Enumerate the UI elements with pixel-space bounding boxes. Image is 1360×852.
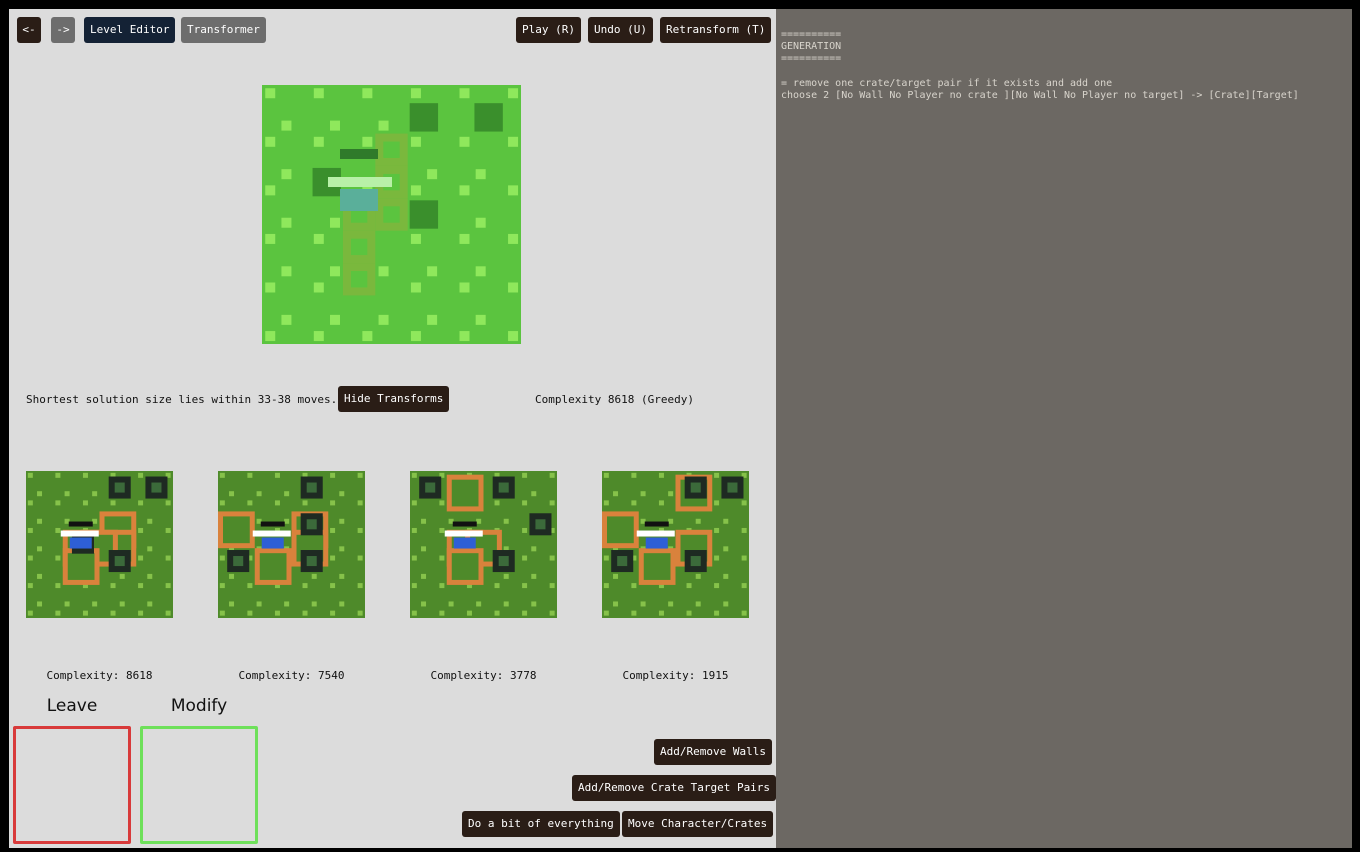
do-a-bit-of-everything-button[interactable]: Do a bit of everything [462,811,620,837]
complexity-text: Complexity 8618 (Greedy) [535,393,694,406]
leave-label: Leave [46,696,98,716]
target-tile [409,200,439,229]
editor-panel: <- -> Level Editor Transformer Play (R) … [9,9,777,848]
variant-thumbnail[interactable] [26,471,173,618]
player-sprite [452,521,477,527]
retransform-button[interactable]: Retransform (T) [660,17,772,43]
player-sprite [260,521,285,527]
log-separator: ========== [781,29,842,40]
level-preview[interactable] [262,85,521,344]
variant-complexity-label: Complexity: 8618 [46,669,153,682]
player-sprite [68,521,93,527]
play-button[interactable]: Play (R) [516,17,581,43]
console-panel: ========== GENERATION ========== = remove … [776,9,1352,848]
variant-complexity-label: Complexity: 7540 [238,669,345,682]
target-tile [409,103,439,132]
move-character-crates-button[interactable]: Move Character/Crates [622,811,774,837]
variant-complexity-label: Complexity: 3778 [430,669,537,682]
variant-complexity-label: Complexity: 1915 [622,669,729,682]
modify-drop-zone[interactable] [140,726,258,844]
transformer-tab[interactable]: Transformer [181,17,266,43]
variant-thumbnail[interactable] [218,471,365,618]
generation-log: ========== GENERATION ========== = remove … [781,29,1299,102]
next-level-button[interactable]: -> [51,17,75,43]
undo-button[interactable]: Undo (U) [588,17,653,43]
player-sprite [644,521,669,527]
variant-thumbnail[interactable] [410,471,557,618]
log-rule-comment: = remove one crate/target pair if it exi… [781,77,1113,89]
variant-thumbnail[interactable] [602,471,749,618]
player-sprite [340,149,378,159]
modify-label: Modify [170,696,228,716]
add-remove-crate-target-pairs-button[interactable]: Add/Remove Crate Target Pairs [572,775,777,801]
solution-size-text: Shortest solution size lies within 33-38… [26,393,338,406]
add-remove-walls-button[interactable]: Add/Remove Walls [654,739,772,765]
leave-drop-zone[interactable] [13,726,131,844]
log-rule-line: choose 2 [No Wall No Player no crate ][N… [781,90,1299,102]
hide-transforms-button[interactable]: Hide Transforms [338,386,450,412]
prev-level-button[interactable]: <- [17,17,41,43]
log-separator: ========== [781,53,842,65]
log-heading: GENERATION [781,41,842,53]
target-tile [474,103,503,132]
level-editor-tab[interactable]: Level Editor [84,17,176,43]
